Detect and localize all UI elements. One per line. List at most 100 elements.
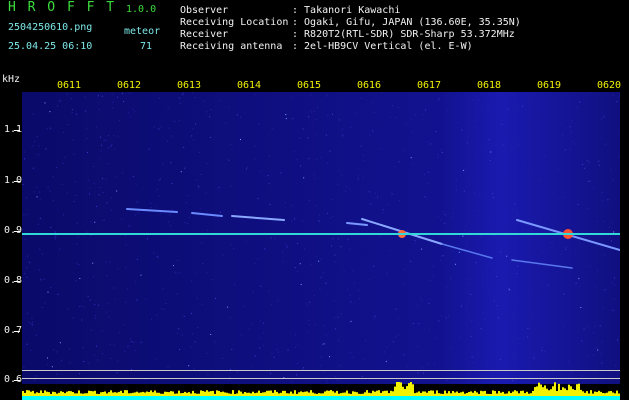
noise-dot [603, 116, 605, 118]
amplitude-bar [464, 393, 466, 396]
noise-dot [75, 280, 77, 282]
noise-dot [35, 334, 37, 336]
noise-dot [352, 270, 354, 272]
noise-dot [173, 120, 175, 122]
noise-dot [63, 131, 65, 133]
amplitude-bar [548, 390, 550, 396]
amplitude-bar [48, 392, 50, 396]
noise-dot [210, 334, 212, 335]
noise-dot [116, 190, 118, 192]
noise-dot [494, 270, 496, 272]
amplitude-bar [128, 393, 130, 396]
noise-dot [282, 251, 284, 253]
amplitude-bar [162, 393, 164, 396]
amplitude-bar [336, 390, 338, 396]
noise-dot [470, 320, 472, 322]
noise-dot [501, 108, 503, 110]
noise-dot [517, 265, 519, 267]
amplitude-bar [86, 393, 88, 396]
noise-dot [69, 362, 71, 364]
amplitude-bar [578, 383, 580, 396]
noise-dot [292, 118, 294, 119]
capture-datetime: 25.04.25 06:10 [8, 41, 93, 52]
noise-dot [466, 169, 468, 171]
noise-dot [455, 185, 457, 187]
noise-dot [410, 260, 411, 262]
amplitude-bar [426, 392, 428, 396]
noise-dot [86, 138, 88, 140]
noise-dot [466, 308, 468, 310]
noise-dot [473, 99, 475, 101]
noise-dot [99, 187, 101, 188]
noise-dot [167, 140, 168, 142]
amplitude-bar [530, 393, 532, 396]
noise-dot [472, 362, 474, 363]
amplitude-bar [478, 393, 480, 396]
noise-dot [127, 112, 129, 114]
noise-dot [257, 258, 259, 260]
noise-dot [82, 306, 84, 308]
noise-dot [170, 162, 172, 164]
amplitude-bar [326, 390, 328, 396]
noise-dot [325, 283, 327, 284]
noise-dot [76, 113, 78, 115]
amplitude-bar [416, 392, 418, 396]
noise-dot [199, 207, 201, 209]
noise-dot [365, 340, 366, 342]
noise-dot [347, 239, 349, 241]
noise-dot [89, 193, 90, 195]
noise-dot [252, 291, 254, 293]
noise-dot [427, 171, 429, 173]
noise-dot [155, 205, 157, 207]
noise-dot [49, 190, 51, 192]
amplitude-bar [158, 392, 160, 396]
noise-dot [435, 131, 437, 132]
noise-dot [323, 371, 325, 373]
noise-dot [589, 180, 591, 182]
noise-dot [303, 177, 305, 179]
noise-dot [240, 139, 241, 140]
amplitude-bar [590, 390, 592, 396]
amplitude-bar [444, 390, 446, 396]
noise-dot [314, 295, 316, 297]
amplitude-bar [282, 390, 284, 396]
amplitude-bar [252, 391, 254, 396]
noise-dot [320, 156, 322, 158]
noise-dot [227, 306, 229, 308]
noise-dot [572, 371, 573, 373]
noise-dot [294, 267, 296, 269]
noise-dot [54, 237, 56, 239]
noise-floor [22, 92, 620, 384]
noise-dot [56, 373, 58, 375]
amplitude-bar [586, 391, 588, 396]
amplitude-bar [316, 393, 318, 396]
noise-dot [403, 269, 405, 270]
noise-dot [96, 359, 98, 361]
noise-dot [615, 365, 617, 367]
noise-dot [386, 272, 388, 274]
noise-dot [482, 312, 484, 314]
noise-dot [329, 356, 330, 358]
noise-dot [55, 238, 57, 240]
noise-dot [461, 129, 463, 131]
amplitude-bar [610, 391, 612, 396]
amplitude-bar [288, 393, 290, 396]
noise-dot [296, 270, 298, 272]
noise-dot [392, 105, 393, 107]
noise-dot [117, 135, 119, 137]
amplitude-bar [482, 391, 484, 396]
noise-dot [193, 139, 195, 141]
noise-dot [124, 350, 126, 352]
noise-dot [67, 308, 69, 310]
noise-dot [79, 278, 81, 279]
noise-dot [418, 238, 420, 239]
noise-dot [93, 354, 95, 356]
noise-dot [110, 209, 112, 211]
noise-dot [26, 343, 28, 345]
noise-dot [155, 358, 157, 360]
noise-dot [572, 141, 574, 142]
noise-dot [284, 202, 286, 204]
amplitude-bar [550, 389, 552, 396]
noise-dot [54, 231, 56, 233]
noise-dot [319, 365, 321, 367]
